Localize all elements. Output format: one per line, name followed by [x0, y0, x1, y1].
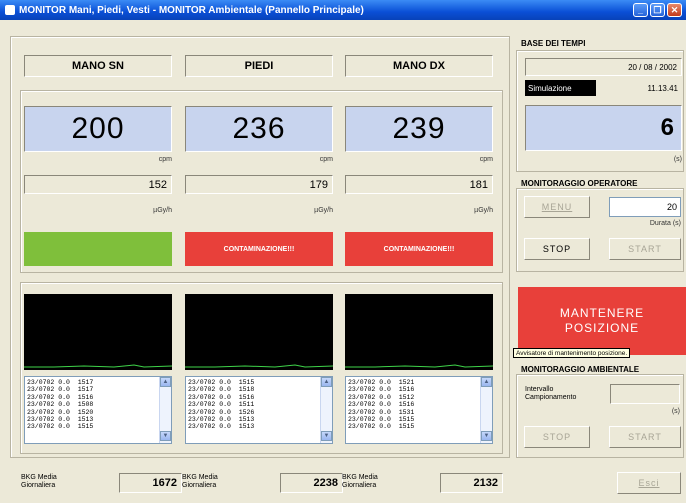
contamination-status: CONTAMINAZIONE!!!: [345, 232, 493, 266]
seconds-unit: (s): [673, 156, 682, 163]
log-line: 23/0702 0.0 1515: [348, 423, 415, 431]
log-line: 23/0702 0.0 1516: [348, 401, 415, 409]
bkg-label: BKG Media Giornaliera: [342, 474, 378, 489]
duration-label: Durata (s): [649, 220, 681, 227]
operator-stop-button[interactable]: STOP: [524, 238, 590, 260]
log-line: 23/0702 0.0 1508: [27, 401, 94, 409]
log-line: 23/0702 0.0 1515: [188, 379, 255, 386]
simulation-row: Simulazione 11.13.41: [525, 80, 682, 96]
title-bar: MONITOR Mani, Piedi, Vesti - MONITOR Amb…: [0, 0, 686, 20]
log-line: 23/0702 0.0 1511: [188, 401, 255, 409]
date-display: 20 / 08 / 2002: [525, 58, 682, 76]
history-log: 23/0702 0.0 1515 23/0702 0.0 1518 23/0702 …: [185, 376, 333, 444]
count-unit: cpm: [479, 156, 493, 163]
channel-header: MANO SN: [24, 55, 172, 77]
log-line: 23/0702 0.0 1513: [27, 416, 94, 424]
dose-unit: µGy/h: [314, 207, 333, 214]
count-unit: cpm: [158, 156, 172, 163]
history-log: 23/0702 0.0 1521 23/0702 0.0 1516 23/0702 …: [345, 376, 493, 444]
interval-field[interactable]: [610, 384, 680, 404]
count-display: 236: [185, 106, 333, 152]
minimize-icon: _: [637, 5, 643, 15]
menu-button[interactable]: MENU: [524, 196, 590, 218]
exit-button[interactable]: Esci: [617, 472, 681, 494]
log-scrollbar[interactable]: ▲ ▼: [320, 377, 332, 443]
dose-unit: µGy/h: [153, 207, 172, 214]
log-scrollbar[interactable]: ▲ ▼: [159, 377, 171, 443]
maximize-icon: ❐: [653, 4, 662, 15]
dose-unit: µGy/h: [474, 207, 493, 214]
minimize-button[interactable]: _: [633, 3, 648, 17]
count-unit: cpm: [319, 156, 333, 163]
log-line: 23/0702 0.0 1526: [188, 408, 255, 416]
bkg-value: 2132: [440, 473, 503, 493]
scroll-down-icon[interactable]: ▼: [321, 431, 332, 441]
log-line: 23/0702 0.0 1516: [348, 386, 415, 394]
log-line: 23/0702 0.0 1520: [27, 408, 94, 416]
channel-header: MANO DX: [345, 55, 493, 77]
operator-title: MONITORAGGIO OPERATORE: [521, 179, 638, 188]
history-log: 23/0702 0.0 1517 23/0702 0.0 1517 23/0702 …: [24, 376, 172, 444]
scroll-down-icon[interactable]: ▼: [481, 431, 492, 441]
scroll-down-icon[interactable]: ▼: [160, 431, 171, 441]
dose-display: 181: [345, 175, 493, 194]
bkg-label: BKG Media Giornaliera: [21, 474, 57, 489]
spectrum-plot: [345, 294, 493, 370]
log-line: 23/0702 0.0 1513: [188, 423, 255, 431]
close-button[interactable]: ✕: [667, 3, 682, 17]
contamination-status: [24, 232, 172, 266]
log-line: 23/0702 0.0 1518: [188, 386, 255, 394]
count-display: 239: [345, 106, 493, 152]
window-title: MONITOR Mani, Piedi, Vesti - MONITOR Amb…: [19, 4, 364, 16]
spectrum-trace: [24, 364, 172, 368]
close-icon: ✕: [670, 4, 679, 15]
environment-title: MONITORAGGIO AMBIENTALE: [521, 365, 640, 374]
scroll-up-icon[interactable]: ▲: [321, 377, 332, 387]
log-line: 23/0702 0.0 1515: [348, 416, 415, 424]
bkg-value: 1672: [119, 473, 182, 493]
mode-label: Simulazione: [525, 80, 596, 96]
spectrum-plot: [24, 294, 172, 370]
log-line: 23/0702 0.0 1517: [27, 379, 94, 386]
duration-input[interactable]: 20: [609, 197, 681, 217]
time-base-title: BASE DEI TEMPI: [521, 39, 586, 48]
log-line: 23/0702 0.0 1521: [348, 379, 415, 386]
clock-display: 11.13.41: [647, 83, 678, 93]
log-line: 23/0702 0.0 1516: [188, 393, 255, 401]
environment-stop-button[interactable]: STOP: [524, 426, 590, 448]
interval-label: Intervallo Campionamento: [525, 386, 577, 401]
interval-unit: (s): [671, 408, 680, 415]
seconds-display: 6: [525, 105, 682, 151]
log-line: 23/0702 0.0 1517: [27, 386, 94, 394]
scroll-up-icon[interactable]: ▲: [160, 377, 171, 387]
environment-start-button[interactable]: START: [609, 426, 681, 448]
bkg-value: 2238: [280, 473, 343, 493]
channel-header: PIEDI: [185, 55, 333, 77]
alert-tooltip: Avvisatore di mantenimento posizione.: [513, 348, 631, 358]
dose-display: 152: [24, 175, 172, 194]
spectrum-trace: [345, 364, 493, 368]
spectrum-plot: [185, 294, 333, 370]
log-line: 23/0702 0.0 1513: [188, 416, 255, 424]
contamination-status: CONTAMINAZIONE!!!: [185, 232, 333, 266]
log-line: 23/0702 0.0 1515: [27, 423, 94, 431]
log-line: 23/0702 0.0 1516: [27, 393, 94, 401]
operator-start-button[interactable]: START: [609, 238, 681, 260]
log-line: 23/0702 0.0 1531: [348, 408, 415, 416]
app-icon: [5, 5, 15, 15]
dose-display: 179: [185, 175, 333, 194]
spectrum-trace: [185, 364, 333, 368]
count-display: 200: [24, 106, 172, 152]
log-line: 23/0702 0.0 1512: [348, 393, 415, 401]
hold-position-alert: MANTENERE POSIZIONE: [518, 287, 686, 355]
log-scrollbar[interactable]: ▲ ▼: [480, 377, 492, 443]
maximize-button[interactable]: ❐: [650, 3, 665, 17]
scroll-up-icon[interactable]: ▲: [481, 377, 492, 387]
bkg-label: BKG Media Giornaliera: [182, 474, 218, 489]
